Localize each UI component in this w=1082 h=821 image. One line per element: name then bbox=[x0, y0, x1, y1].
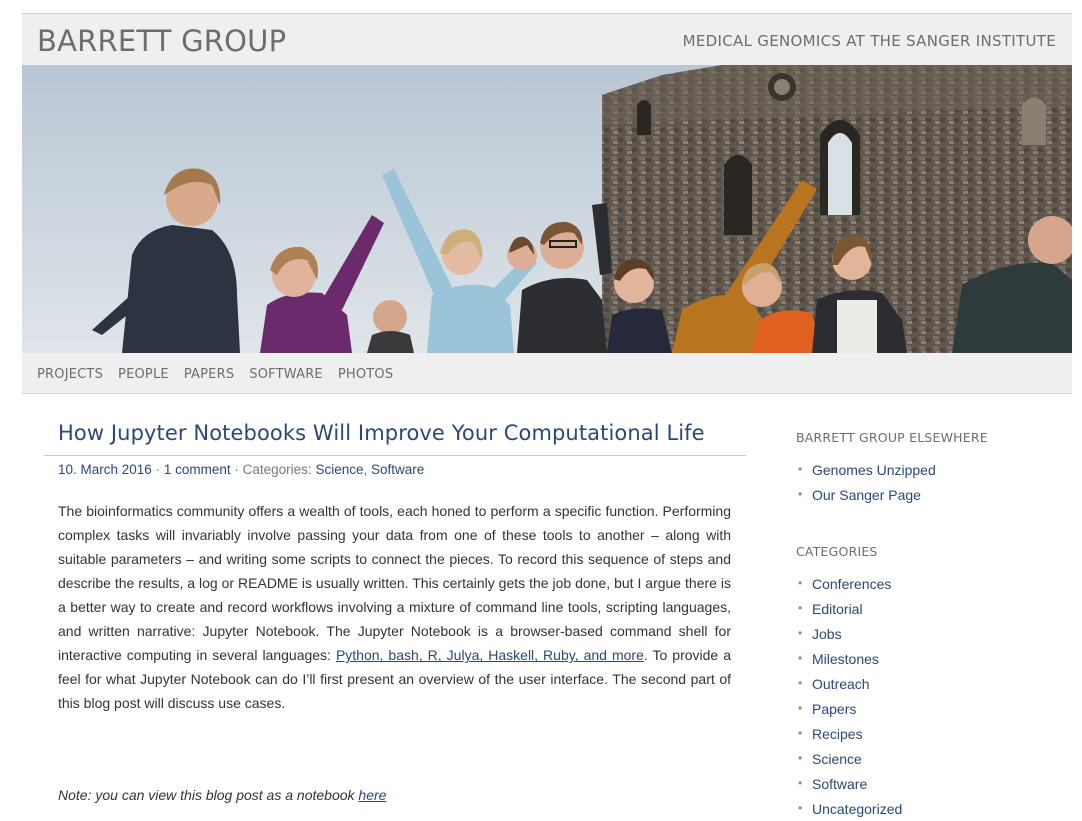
site-title[interactable]: BARRETT GROUP bbox=[37, 24, 286, 58]
category-item: • Science bbox=[796, 751, 1066, 776]
link-sanger-page[interactable]: Our Sanger Page bbox=[812, 487, 921, 503]
category-jobs[interactable]: Jobs bbox=[812, 626, 842, 642]
main-navigation: PROJECTS PEOPLE PAPERS SOFTWARE PHOTOS bbox=[22, 353, 1072, 394]
nav-item-photos[interactable]: PHOTOS bbox=[338, 367, 393, 382]
bullet-icon: • bbox=[798, 701, 803, 715]
category-papers[interactable]: Papers bbox=[812, 701, 856, 717]
category-item: • Recipes bbox=[796, 726, 1066, 751]
bullet-icon: • bbox=[798, 676, 803, 690]
category-item: • Software bbox=[796, 776, 1066, 801]
category-link-software[interactable]: Software bbox=[371, 462, 424, 477]
category-software[interactable]: Software bbox=[812, 776, 867, 792]
bullet-icon: • bbox=[798, 776, 803, 790]
post-comments-link[interactable]: 1 comment bbox=[164, 462, 231, 477]
post-body: The bioinformatics community offers a we… bbox=[58, 499, 731, 715]
header-banner-photo bbox=[22, 65, 1072, 353]
categories-widget-title: CATEGORIES bbox=[796, 544, 878, 559]
link-genomes-unzipped[interactable]: Genomes Unzipped bbox=[812, 462, 936, 478]
bullet-icon: • bbox=[798, 626, 803, 640]
blog-post: How Jupyter Notebooks Will Improve Your … bbox=[44, 420, 746, 803]
category-item: • Milestones bbox=[796, 651, 1066, 676]
site-tagline: MEDICAL GENOMICS AT THE SANGER INSTITUTE bbox=[682, 32, 1056, 50]
bullet-icon: • bbox=[798, 801, 803, 815]
bullet-icon: • bbox=[798, 576, 803, 590]
elsewhere-list: • Genomes Unzipped • Our Sanger Page bbox=[796, 462, 1066, 512]
categories-widget: CATEGORIES • Conferences • Editorial • Jobs… bbox=[796, 544, 1066, 821]
category-recipes[interactable]: Recipes bbox=[812, 726, 863, 742]
meta-separator: · bbox=[234, 462, 243, 478]
category-item: • Conferences bbox=[796, 576, 1066, 601]
post-body-text-1: The bioinformatics community offers a we… bbox=[58, 503, 731, 664]
category-milestones[interactable]: Milestones bbox=[812, 651, 879, 667]
meta-separator: · bbox=[155, 462, 164, 478]
post-date-link[interactable]: 10. March 2016 bbox=[58, 462, 152, 477]
bullet-icon: • bbox=[798, 651, 803, 665]
notebook-here-link[interactable]: here bbox=[358, 787, 386, 803]
post-title[interactable]: How Jupyter Notebooks Will Improve Your … bbox=[44, 420, 746, 457]
post-meta: 10. March 2016 · 1 comment · Categories:… bbox=[44, 462, 746, 477]
category-item: • Jobs bbox=[796, 626, 1066, 651]
post-note: Note: you can view this blog post as a n… bbox=[58, 787, 746, 803]
categories-list: • Conferences • Editorial • Jobs • Milestone… bbox=[796, 576, 1066, 821]
meta-comma: , bbox=[363, 462, 371, 478]
category-uncategorized[interactable]: Uncategorized bbox=[812, 801, 902, 817]
bullet-icon: • bbox=[798, 726, 803, 740]
category-item: • Outreach bbox=[796, 676, 1066, 701]
category-conferences[interactable]: Conferences bbox=[812, 576, 891, 592]
category-editorial[interactable]: Editorial bbox=[812, 601, 863, 617]
nav-item-software[interactable]: SOFTWARE bbox=[249, 367, 323, 382]
sidebar: BARRETT GROUP ELSEWHERE • Genomes Unzippe… bbox=[796, 430, 1066, 821]
bullet-icon: • bbox=[798, 751, 803, 765]
category-science[interactable]: Science bbox=[812, 751, 862, 767]
nav-item-projects[interactable]: PROJECTS bbox=[37, 367, 103, 382]
languages-link[interactable]: Python, bash, R, Julya, Haskell, Ruby, a… bbox=[336, 647, 644, 663]
elsewhere-widget: BARRETT GROUP ELSEWHERE • Genomes Unzippe… bbox=[796, 430, 1066, 512]
category-outreach[interactable]: Outreach bbox=[812, 676, 870, 692]
categories-label: Categories: bbox=[242, 462, 312, 478]
elsewhere-item: • Our Sanger Page bbox=[796, 487, 1066, 512]
group-photo-illustration bbox=[22, 65, 1072, 353]
nav-item-people[interactable]: PEOPLE bbox=[118, 367, 169, 382]
bullet-icon: • bbox=[798, 601, 803, 615]
bullet-icon: • bbox=[798, 487, 803, 501]
nav-item-papers[interactable]: PAPERS bbox=[184, 367, 234, 382]
bullet-icon: • bbox=[798, 462, 803, 476]
elsewhere-item: • Genomes Unzipped bbox=[796, 462, 1066, 487]
site-header: BARRETT GROUP MEDICAL GENOMICS AT THE SA… bbox=[22, 14, 1072, 65]
category-item: • Uncategorized bbox=[796, 801, 1066, 821]
category-item: • Editorial bbox=[796, 601, 1066, 626]
category-item: • Papers bbox=[796, 701, 1066, 726]
elsewhere-widget-title: BARRETT GROUP ELSEWHERE bbox=[796, 430, 988, 445]
post-note-text: Note: you can view this blog post as a n… bbox=[58, 787, 359, 804]
category-link-science[interactable]: Science bbox=[315, 462, 363, 477]
